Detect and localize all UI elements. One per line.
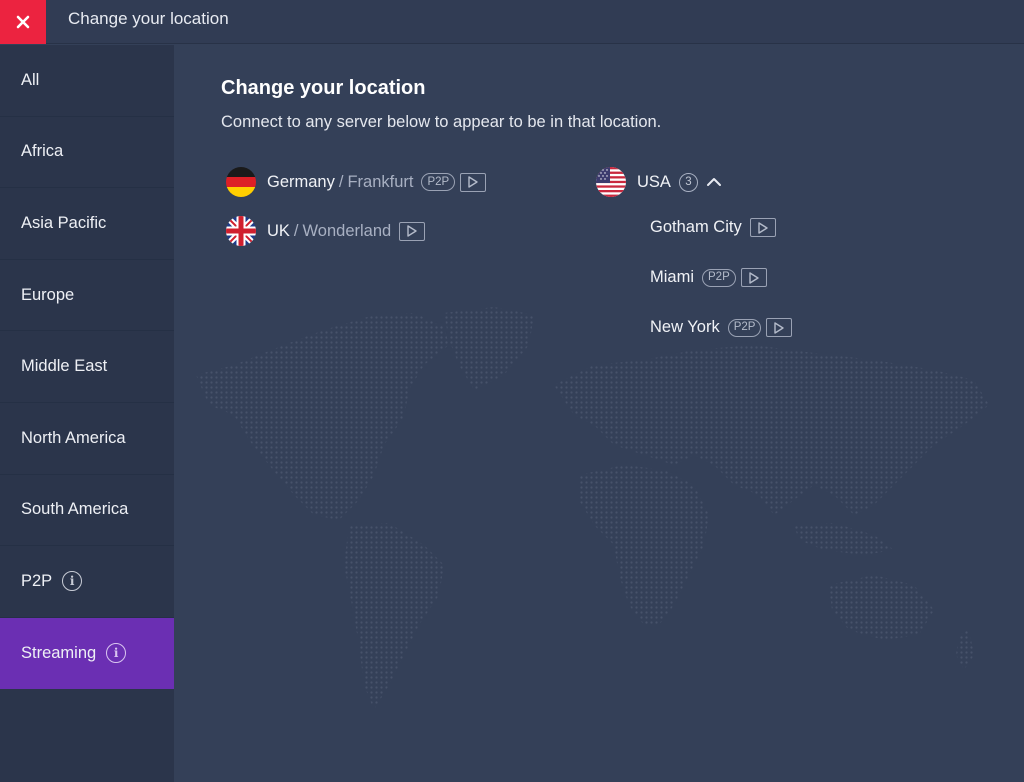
close-icon	[16, 15, 30, 29]
map-greenland	[444, 307, 534, 390]
uk-flag-icon	[226, 216, 256, 246]
streaming-badge	[766, 318, 793, 337]
usa-flag-icon	[596, 167, 626, 197]
sidebar-item-label: South America	[21, 500, 129, 519]
main-panel: Change your location Connect to any serv…	[174, 45, 1024, 782]
map-north-america	[196, 313, 449, 520]
location-usa-new-york[interactable]: New York P2P	[650, 318, 793, 337]
city-name: Frankfurt	[347, 172, 414, 191]
sidebar-item-label: Africa	[21, 142, 64, 161]
close-button[interactable]	[0, 0, 46, 44]
map-new-zealand	[956, 630, 974, 670]
sidebar-item-north-america[interactable]: North America	[0, 403, 174, 475]
streaming-badge	[749, 218, 776, 237]
country-name: USA	[637, 172, 671, 191]
city-name: Miami	[650, 268, 694, 286]
sidebar-item-label: North America	[21, 428, 126, 447]
streaming-badge	[460, 172, 487, 192]
server-count-badge: 3	[678, 172, 698, 192]
map-se-asia	[794, 523, 894, 555]
streaming-badge	[740, 268, 767, 287]
sidebar-item-south-america[interactable]: South America	[0, 475, 174, 547]
p2p-badge: P2P	[421, 173, 456, 191]
sidebar-item-p2p[interactable]: P2P i	[0, 546, 174, 618]
sidebar-item-label: P2P	[21, 571, 53, 590]
city-name: Wonderland	[302, 221, 392, 240]
location-usa-group[interactable]: USA 3	[596, 167, 722, 197]
sidebar-item-europe[interactable]: Europe	[0, 260, 174, 332]
title-bar: Change your location	[0, 0, 1024, 44]
sidebar-item-label: Streaming	[21, 643, 97, 662]
sidebar-item-label: Europe	[21, 285, 75, 304]
sidebar-item-asia-pacific[interactable]: Asia Pacific	[0, 188, 174, 260]
sidebar-item-middle-east[interactable]: Middle East	[0, 331, 174, 403]
play-icon	[407, 225, 417, 237]
info-icon[interactable]: i	[62, 571, 83, 592]
info-icon[interactable]: i	[106, 643, 127, 664]
map-south-america	[344, 523, 444, 710]
location-germany-frankfurt[interactable]: Germany / Frankfurt P2P	[226, 167, 487, 197]
map-australia	[829, 575, 934, 640]
location-uk-wonderland[interactable]: UK / Wonderland	[226, 216, 426, 246]
city-name: New York	[650, 318, 720, 336]
world-map-background	[196, 307, 989, 710]
germany-flag-icon	[226, 167, 256, 197]
sidebar-item-streaming[interactable]: Streaming i	[0, 617, 174, 690]
play-icon	[758, 221, 768, 234]
sidebar-item-label: Middle East	[21, 357, 108, 376]
sidebar-item-label: All	[21, 70, 40, 89]
sidebar-item-africa[interactable]: Africa	[0, 117, 174, 189]
play-icon	[774, 321, 785, 334]
country-name: UK	[267, 221, 290, 240]
map-africa	[579, 465, 709, 625]
p2p-badge: P2P	[702, 268, 736, 287]
sidebar-item-all[interactable]: All	[0, 45, 174, 117]
streaming-badge	[399, 221, 426, 241]
page-heading: Change your location	[221, 77, 426, 99]
country-name: Germany	[267, 172, 335, 191]
window-title: Change your location	[68, 9, 229, 28]
chevron-up-icon[interactable]	[706, 177, 722, 187]
location-usa-gotham-city[interactable]: Gotham City	[650, 218, 776, 237]
separator: /	[338, 172, 344, 191]
page-subheading: Connect to any server below to appear to…	[221, 113, 662, 131]
play-icon	[468, 176, 478, 188]
city-name: Gotham City	[650, 218, 742, 236]
region-sidebar: All Africa Asia Pacific Europe Middle Ea…	[0, 45, 174, 782]
location-usa-miami[interactable]: Miami P2P	[650, 268, 767, 287]
play-icon	[749, 271, 759, 284]
sidebar-item-label: Asia Pacific	[21, 213, 107, 232]
separator: /	[293, 221, 299, 240]
p2p-badge: P2P	[727, 318, 762, 337]
